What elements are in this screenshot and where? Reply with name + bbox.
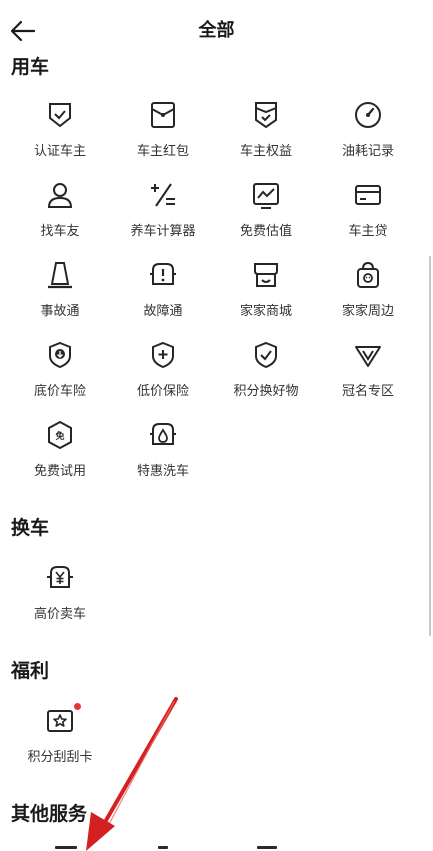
item-jiajia-mall[interactable]: 家家商城: [216, 260, 316, 332]
item-points-exchange[interactable]: 积分换好物: [216, 340, 316, 412]
scrollbar[interactable]: [429, 256, 431, 636]
item-label: 积分换好物: [233, 384, 299, 399]
item-label: 积分刮刮卡: [27, 750, 93, 765]
item-label: 家家周边: [341, 304, 394, 319]
section-title-other-services: 其他服务: [11, 803, 88, 825]
item-car-cost-calculator[interactable]: 养车计算器: [113, 180, 213, 252]
item-label: 车主贷: [348, 224, 388, 239]
item-lowest-car-insurance[interactable]: 底价车险: [10, 340, 110, 412]
item-label: 高价卖车: [33, 607, 86, 622]
item-label: 免费估值: [239, 224, 292, 239]
item-free-trial[interactable]: 免 免费试用: [10, 420, 110, 492]
shield-tick-icon: [251, 340, 281, 370]
item-label: 免费试用: [33, 464, 86, 479]
item-label: 特惠洗车: [136, 464, 189, 479]
store-icon: [251, 260, 281, 290]
item-fault-service[interactable]: 故障通: [113, 260, 213, 332]
user-icon: [45, 180, 75, 210]
item-label: 事故通: [40, 304, 80, 319]
red-envelope-icon: [148, 100, 178, 130]
card-icon: [353, 180, 383, 210]
item-points-scratch-card[interactable]: 积分刮刮卡: [10, 706, 110, 778]
partial-icon: [158, 846, 168, 849]
shield-plus-icon: [148, 340, 178, 370]
item-label: 低价保险: [136, 384, 189, 399]
partial-icon: [257, 846, 277, 849]
badge-check-icon: [251, 100, 281, 130]
item-label: 养车计算器: [130, 224, 196, 239]
item-accident-service[interactable]: 事故通: [10, 260, 110, 332]
item-label: 家家商城: [239, 304, 292, 319]
gauge-icon: [353, 100, 383, 130]
notification-dot: [74, 703, 81, 710]
item-label: 底价车险: [33, 384, 86, 399]
item-label: 油耗记录: [341, 144, 394, 159]
item-certified-owner[interactable]: 认证车主: [10, 100, 110, 172]
scratch-card-icon: [45, 706, 75, 736]
shield-check-icon: [45, 100, 75, 130]
calculator-icon: [148, 180, 178, 210]
item-sell-car-high-price[interactable]: 高价卖车: [10, 563, 110, 635]
item-jiajia-merchandise[interactable]: 家家周边: [318, 260, 418, 332]
item-sponsored-zone[interactable]: 冠名专区: [318, 340, 418, 412]
item-label: 冠名专区: [341, 384, 394, 399]
car-wash-icon: [148, 420, 178, 450]
v-badge-icon: [353, 340, 383, 370]
item-label: 认证车主: [33, 144, 86, 159]
shield-down-icon: [45, 340, 75, 370]
section-title-car-use: 用车: [11, 56, 50, 78]
item-fuel-record[interactable]: 油耗记录: [318, 100, 418, 172]
section-title-change-car: 换车: [11, 517, 50, 539]
section-title-benefits: 福利: [11, 660, 50, 682]
car-yen-icon: [45, 563, 75, 593]
item-owner-benefits[interactable]: 车主权益: [216, 100, 316, 172]
item-low-price-insurance[interactable]: 低价保险: [113, 340, 213, 412]
svg-text:免: 免: [55, 430, 64, 442]
free-badge-icon: 免: [45, 420, 75, 450]
trend-chart-icon: [251, 180, 281, 210]
item-find-car-friends[interactable]: 找车友: [10, 180, 110, 252]
item-label: 故障通: [143, 304, 183, 319]
item-owner-loan[interactable]: 车主贷: [318, 180, 418, 252]
top-bar: 全部: [0, 0, 433, 54]
item-car-wash-deal[interactable]: 特惠洗车: [113, 420, 213, 492]
item-owner-red-envelope[interactable]: 车主红包: [113, 100, 213, 172]
partial-icon: [55, 846, 77, 849]
item-free-valuation[interactable]: 免费估值: [216, 180, 316, 252]
page-title: 全部: [198, 20, 235, 41]
item-label: 车主红包: [136, 144, 189, 159]
item-label: 车主权益: [239, 144, 292, 159]
shopping-bag-icon: [353, 260, 383, 290]
traffic-cone-icon: [45, 260, 75, 290]
car-alert-icon: [148, 260, 178, 290]
item-label: 找车友: [40, 224, 80, 239]
